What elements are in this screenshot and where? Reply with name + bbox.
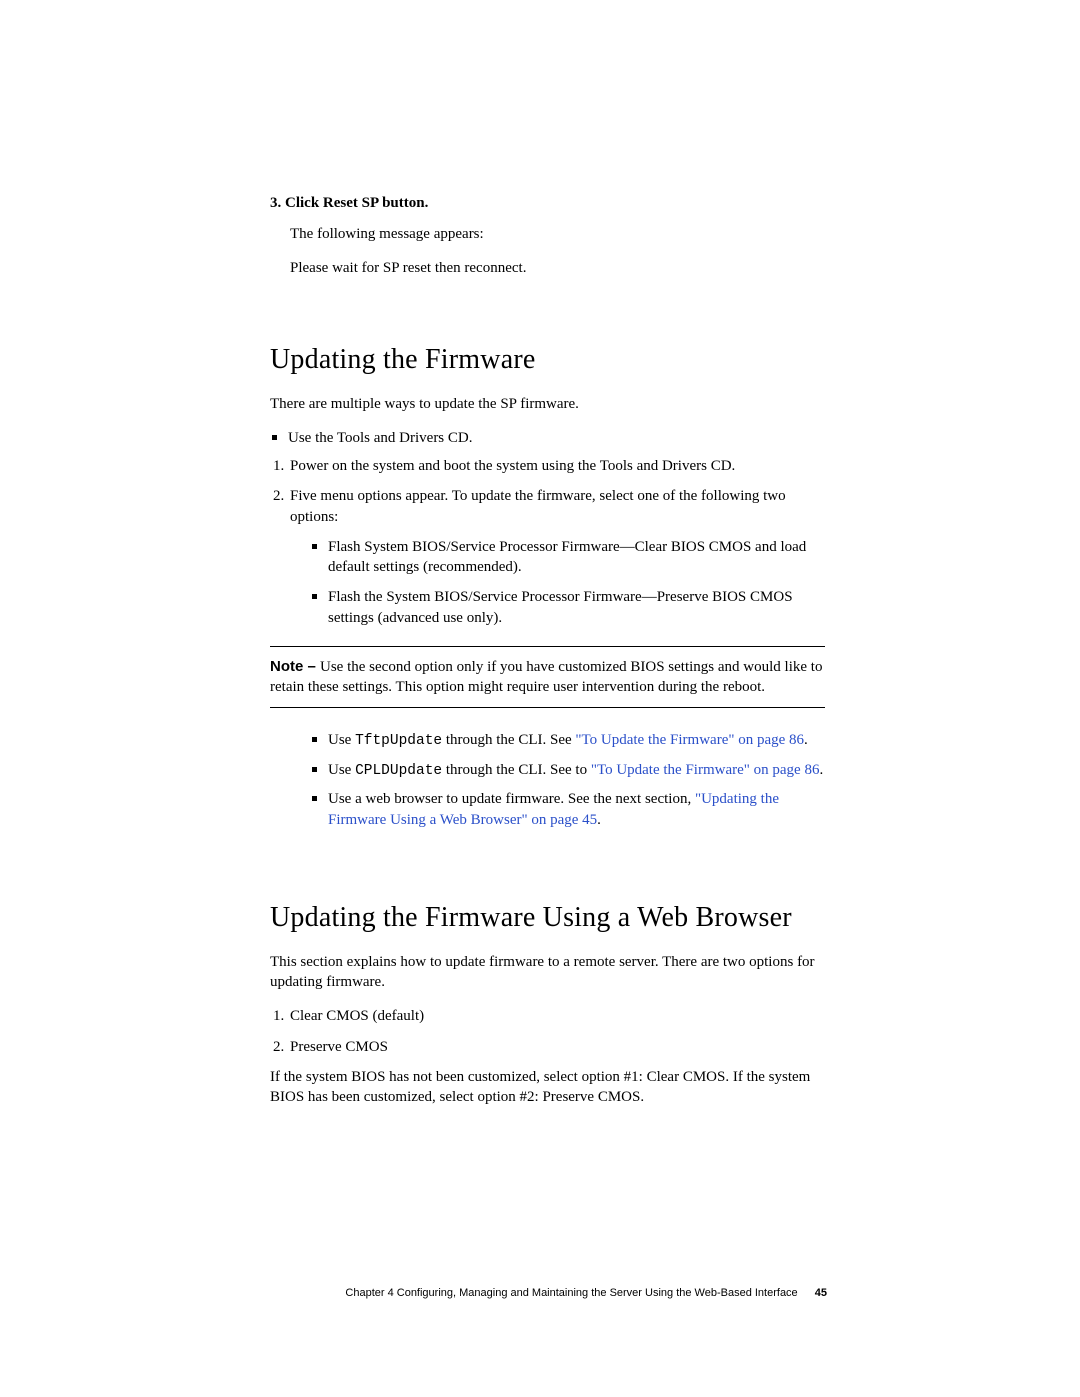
section1-sub-bullets: Flash System BIOS/Service Processor Firm… xyxy=(310,537,825,628)
footer-text: Chapter 4 Configuring, Managing and Main… xyxy=(345,1287,827,1299)
after1-link[interactable]: "To Update the Firmware" on page 86 xyxy=(575,732,804,748)
after1-post: . xyxy=(804,732,808,748)
after2-link[interactable]: "To Update the Firmware" on page 86 xyxy=(591,762,820,778)
section1-numbered-list: Power on the system and boot the system … xyxy=(270,456,825,628)
note-body: Use the second option only if you have c… xyxy=(270,659,822,695)
sub-bullet-preserve-cmos: Flash the System BIOS/Service Processor … xyxy=(310,587,825,628)
after2-pre: Use xyxy=(328,762,355,778)
section2-ol-item1: Clear CMOS (default) xyxy=(288,1006,825,1026)
section1-ol-item2-text: Five menu options appear. To update the … xyxy=(290,488,786,524)
footer-page-number: 45 xyxy=(815,1287,827,1299)
after3-post: . xyxy=(597,812,601,828)
after1-pre: Use xyxy=(328,732,355,748)
after3-pre: Use a web browser to update firmware. Se… xyxy=(328,791,695,807)
page-footer: Chapter 4 Configuring, Managing and Main… xyxy=(0,1277,1080,1397)
section2-closing: If the system BIOS has not been customiz… xyxy=(270,1067,825,1108)
step-title: Click Reset SP button. xyxy=(285,195,428,211)
section2-intro: This section explains how to update firm… xyxy=(270,952,825,993)
section1-ol-item1: Power on the system and boot the system … xyxy=(288,456,825,476)
after-bullet-webbrowser: Use a web browser to update firmware. Se… xyxy=(310,789,825,830)
section-updating-webbrowser-heading: Updating the Firmware Using a Web Browse… xyxy=(270,902,825,934)
after1-mid: through the CLI. See xyxy=(442,732,575,748)
section1-top-bullets: Use the Tools and Drivers CD. xyxy=(270,428,825,448)
section-updating-firmware-heading: Updating the Firmware xyxy=(270,344,825,376)
after-bullet-tftp: Use TftpUpdate through the CLI. See "To … xyxy=(310,730,825,752)
note-box: Note – Use the second option only if you… xyxy=(270,646,825,709)
section2-ol-item2: Preserve CMOS xyxy=(288,1037,825,1057)
section1-intro: There are multiple ways to update the SP… xyxy=(270,394,825,414)
footer-chapter: Chapter 4 Configuring, Managing and Main… xyxy=(345,1287,797,1299)
step-3-line1: The following message appears: xyxy=(290,224,825,244)
after-bullet-cpld: Use CPLDUpdate through the CLI. See to "… xyxy=(310,760,825,782)
section1-ol-item2: Five menu options appear. To update the … xyxy=(288,486,825,628)
page-content: 3. Click Reset SP button. The following … xyxy=(270,195,825,1121)
section2-numbered-list: Clear CMOS (default) Preserve CMOS xyxy=(270,1006,825,1057)
section1-after-note-bullets: Use TftpUpdate through the CLI. See "To … xyxy=(310,730,825,830)
step-3-heading: 3. Click Reset SP button. xyxy=(270,195,825,212)
bullet-use-cd: Use the Tools and Drivers CD. xyxy=(270,428,825,448)
after2-post: . xyxy=(819,762,823,778)
after1-code: TftpUpdate xyxy=(355,733,442,749)
step-3-line2: Please wait for SP reset then reconnect. xyxy=(290,258,825,278)
sub-bullet-clear-cmos: Flash System BIOS/Service Processor Firm… xyxy=(310,537,825,578)
note-label: Note – xyxy=(270,658,320,675)
step-number: 3. xyxy=(270,195,281,211)
after2-code: CPLDUpdate xyxy=(355,763,442,779)
after2-mid: through the CLI. See to xyxy=(442,762,591,778)
